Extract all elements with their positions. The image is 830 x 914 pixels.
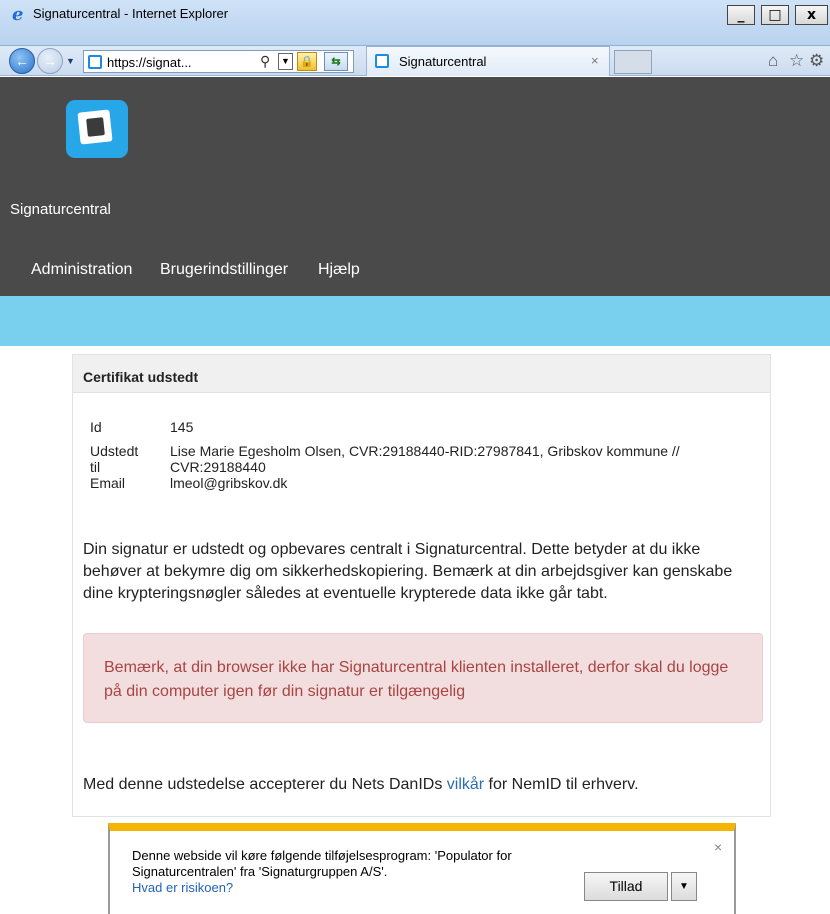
close-window-button[interactable]: x: [795, 5, 828, 25]
tab-signaturcentral[interactable]: Signaturcentral ×: [366, 46, 610, 76]
history-dropdown-icon[interactable]: ▼: [66, 55, 78, 67]
notification-close-icon[interactable]: ×: [714, 839, 722, 855]
warning-alert: Bemærk, at din browser ikke har Signatur…: [83, 633, 763, 723]
address-bar[interactable]: https://signat... ⚲ ▼ 🔒 ⇆: [83, 50, 354, 73]
compatibility-refresh-icon[interactable]: ⇆: [324, 52, 348, 71]
menu-hjaelp[interactable]: Hjælp: [318, 261, 360, 279]
field-value-email: lmeol@gribskov.dk: [170, 475, 288, 491]
minimize-button[interactable]: _: [727, 5, 755, 25]
field-value-id: 145: [170, 419, 194, 435]
browser-window: e Signaturcentral - Internet Explorer _ …: [0, 0, 830, 914]
info-paragraph: Din signatur er udstedt og opbevares cen…: [83, 541, 733, 602]
field-label-email: Email: [90, 475, 126, 491]
window-title: Signaturcentral - Internet Explorer: [33, 6, 229, 21]
accent-bar: [0, 296, 830, 346]
field-label-udstedt-til: Udstedt til: [90, 443, 139, 475]
terms-text-before: Med denne udstedelse accepterer du Nets …: [83, 776, 447, 793]
tab-label: Signaturcentral: [399, 54, 487, 69]
risk-link[interactable]: Hvad er risikoen?: [132, 880, 233, 895]
forward-button[interactable]: →: [37, 48, 63, 74]
menu-administration[interactable]: Administration: [31, 261, 132, 279]
maximize-button[interactable]: □: [761, 5, 789, 25]
gear-icon[interactable]: ⚙: [809, 51, 824, 71]
chevron-down-icon: ▼: [679, 881, 689, 892]
star-icon[interactable]: ☆: [789, 51, 804, 71]
menu-brugerindstillinger[interactable]: Brugerindstillinger: [160, 261, 288, 279]
home-icon[interactable]: ⌂: [768, 51, 778, 71]
tab-favicon-icon: [375, 54, 389, 68]
back-button[interactable]: ←: [9, 48, 35, 74]
internet-explorer-icon: e: [12, 4, 24, 25]
certificate-panel: Certifikat udstedt Id 145 Udstedt til Li…: [72, 354, 771, 817]
arrow-right-icon: →: [43, 53, 57, 69]
search-icon[interactable]: ⚲: [260, 53, 270, 70]
arrow-left-icon: ←: [15, 53, 29, 69]
address-url[interactable]: https://signat...: [107, 55, 192, 70]
terms-text-after: for NemID til erhverv.: [484, 776, 639, 793]
site-favicon-icon: [88, 55, 102, 69]
signaturcentral-logo-icon[interactable]: [66, 100, 128, 158]
terms-link[interactable]: vilkår: [447, 776, 484, 793]
field-label-id: Id: [90, 419, 102, 435]
panel-header: Certifikat udstedt: [73, 355, 770, 393]
addon-notification-bar: Denne webside vil køre følgende tilføjel…: [108, 823, 736, 914]
new-tab-button[interactable]: [614, 50, 652, 74]
browser-toolbar: ← → ▼ https://signat... ⚲ ▼ 🔒 ⇆ Signatur…: [0, 46, 830, 76]
title-bar: e Signaturcentral - Internet Explorer _ …: [0, 0, 830, 46]
allow-options-dropdown[interactable]: ▼: [671, 872, 697, 901]
alert-text: Bemærk, at din browser ikke har Signatur…: [104, 659, 729, 700]
brand-name[interactable]: Signaturcentral: [10, 201, 111, 218]
notification-text: Denne webside vil køre følgende tilføjel…: [132, 848, 512, 879]
panel-title: Certifikat udstedt: [83, 369, 199, 385]
address-dropdown-icon[interactable]: ▼: [278, 53, 293, 70]
allow-button[interactable]: Tillad: [584, 872, 668, 901]
field-value-udstedt-til: Lise Marie Egesholm Olsen, CVR:29188440-…: [170, 443, 680, 475]
terms-text: Med denne udstedelse accepterer du Nets …: [83, 776, 639, 794]
tab-close-icon[interactable]: ×: [591, 53, 599, 68]
lock-icon[interactable]: 🔒: [297, 52, 317, 71]
